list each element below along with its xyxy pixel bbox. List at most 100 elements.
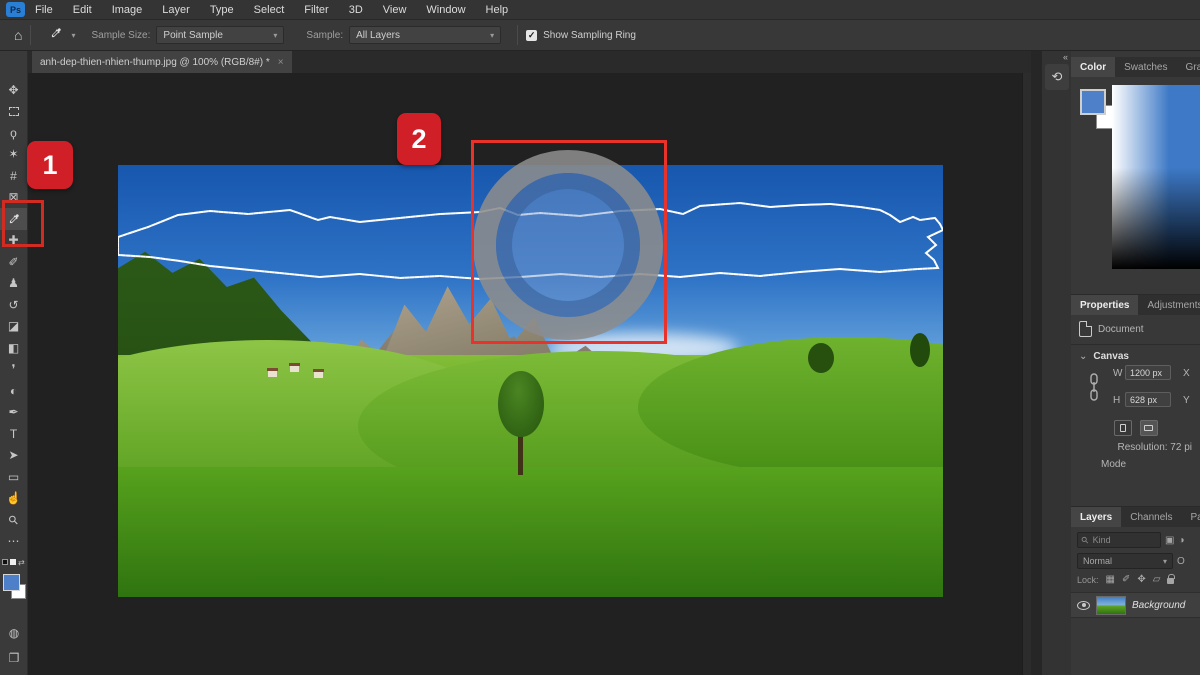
tab-channels[interactable]: Channels (1121, 507, 1181, 527)
zoom-tool[interactable]: ⚲ (0, 509, 27, 531)
link-dimensions-icon[interactable] (1089, 373, 1099, 403)
home-icon[interactable]: ⌂ (14, 27, 22, 43)
portrait-orientation-button[interactable] (1114, 420, 1132, 436)
lock-position-icon[interactable]: ✥ (1137, 574, 1145, 585)
filter-pixel-icon[interactable]: ▣ (1165, 535, 1174, 546)
menu-view[interactable]: View (373, 0, 417, 20)
filter-adjustment-icon[interactable]: ◑ (1178, 535, 1184, 546)
document-tab[interactable]: anh-dep-thien-nhien-thump.jpg @ 100% (RG… (32, 51, 292, 73)
visibility-eye-icon[interactable] (1077, 601, 1090, 610)
collapse-panels-icon[interactable]: « (1063, 52, 1068, 62)
more-tools-button[interactable]: ⋯ (0, 531, 27, 553)
lasso-tool[interactable]: ϙ (0, 122, 27, 144)
menu-layer[interactable]: Layer (152, 0, 200, 20)
menu-edit[interactable]: Edit (63, 0, 102, 20)
height-label: H (1113, 395, 1120, 406)
layer-thumbnail[interactable] (1096, 596, 1126, 615)
tab-paths[interactable]: Paths (1182, 507, 1200, 527)
menu-select[interactable]: Select (244, 0, 295, 20)
crop-tool[interactable]: # (0, 165, 27, 187)
path-selection-tool[interactable]: ➤ (0, 445, 27, 467)
canvas-chevron-icon[interactable]: ⌄ (1079, 351, 1087, 362)
lock-artboard-icon[interactable]: ▱ (1153, 574, 1161, 585)
annotation-highlight-box (471, 140, 667, 344)
rectangular-marquee-tool[interactable] (0, 101, 27, 123)
height-field[interactable]: 628 px (1125, 392, 1171, 407)
eyedropper-tool-icon[interactable] (49, 26, 63, 45)
scrollbar[interactable] (1022, 73, 1031, 675)
chevron-down-icon: ▾ (490, 31, 494, 40)
blur-tool[interactable]: ❜ (0, 359, 27, 381)
layer-filter-field[interactable]: ⚲ Kind (1077, 532, 1161, 548)
landscape-orientation-button[interactable] (1140, 420, 1158, 436)
sample-dropdown[interactable]: All Layers ▾ (349, 26, 501, 44)
annotation-badge-1: 1 (27, 141, 73, 189)
menu-help[interactable]: Help (476, 0, 519, 20)
layer-row-background[interactable]: Background (1071, 592, 1200, 618)
gradient-tool[interactable]: ◧ (0, 337, 27, 359)
menu-file[interactable]: File (25, 0, 63, 20)
tab-properties[interactable]: Properties (1071, 295, 1138, 315)
chevron-down-icon: ▾ (1163, 557, 1167, 566)
panel-dock-strip: « ⟲ (1041, 51, 1071, 675)
canvas-dimensions: W 1200 px X H 628 px Y (1071, 362, 1200, 414)
tab-swatches[interactable]: Swatches (1115, 57, 1176, 77)
hand-tool[interactable]: ☝ (0, 488, 27, 510)
photoshop-logo-icon: Ps (6, 2, 25, 17)
tab-adjustments[interactable]: Adjustments (1138, 295, 1200, 315)
sample-size-label: Sample Size: (91, 30, 150, 41)
pen-tool[interactable]: ✒ (0, 402, 27, 424)
show-sampling-ring-checkbox[interactable]: ✓ (526, 30, 537, 41)
document-type-label: Document (1098, 324, 1144, 335)
dodge-tool[interactable]: ◐ (0, 380, 27, 402)
show-sampling-ring-label: Show Sampling Ring (543, 30, 636, 41)
document-title: anh-dep-thien-nhien-thump.jpg @ 100% (RG… (40, 57, 270, 68)
marquee-icon (9, 107, 19, 116)
x-label: X (1183, 368, 1190, 379)
history-panel-icon[interactable]: ⟲ (1045, 64, 1069, 90)
rectangle-tool[interactable]: ▭ (0, 466, 27, 488)
width-label: W (1113, 368, 1122, 379)
canvas-section-header[interactable]: Canvas (1093, 351, 1129, 362)
tab-color[interactable]: Color (1071, 57, 1115, 77)
menu-image[interactable]: Image (102, 0, 153, 20)
eraser-tool[interactable]: ◪ (0, 316, 27, 338)
panel-column: Color Swatches Gradients Properties Adju… (1071, 51, 1200, 675)
tool-preset-chevron-icon[interactable]: ▾ (71, 31, 75, 40)
color-picker-field[interactable] (1112, 85, 1200, 269)
swap-colors-icon: ⇄ (18, 558, 25, 567)
document-icon (1079, 321, 1092, 337)
layers-panel: Layers Channels Paths ⚲ Kind ▣ ◑ Normal … (1071, 506, 1200, 675)
object-selection-tool[interactable]: ✶ (0, 144, 27, 166)
menu-3d[interactable]: 3D (339, 0, 373, 20)
close-icon[interactable]: × (278, 57, 284, 68)
lock-all-icon[interactable] (1167, 578, 1174, 584)
tab-layers[interactable]: Layers (1071, 507, 1121, 527)
brush-tool[interactable]: ✐ (0, 251, 27, 273)
quick-mask-button[interactable]: ◍ (0, 623, 28, 643)
type-tool[interactable]: T (0, 423, 27, 445)
sample-label: Sample: (306, 30, 343, 41)
sample-size-dropdown[interactable]: Point Sample ▾ (156, 26, 284, 44)
blend-mode-dropdown[interactable]: Normal ▾ (1077, 553, 1173, 569)
default-colors-icon (2, 559, 8, 565)
search-icon: ⚲ (1079, 534, 1091, 546)
menu-window[interactable]: Window (416, 0, 475, 20)
clone-stamp-tool[interactable]: ♟ (0, 273, 27, 295)
default-swap-colors[interactable]: ⇄ (2, 556, 26, 568)
foreground-color-swatch[interactable] (3, 574, 20, 591)
tab-gradients[interactable]: Gradients (1176, 57, 1200, 77)
move-tool[interactable]: ✥ (0, 79, 27, 101)
screen-mode-button[interactable]: ❐ (0, 648, 28, 668)
resolution-text: Resolution: 72 pi (1118, 442, 1193, 453)
lock-paint-icon[interactable]: ✐ (1122, 574, 1130, 585)
width-field[interactable]: 1200 px (1125, 365, 1171, 380)
document-window: anh-dep-thien-nhien-thump.jpg @ 100% (RG… (28, 51, 1031, 675)
menu-type[interactable]: Type (200, 0, 244, 20)
tool-options-bar: ⌂ ▾ Sample Size: Point Sample ▾ Sample: … (0, 20, 1200, 51)
history-brush-tool[interactable]: ↺ (0, 294, 27, 316)
lock-transparency-icon[interactable]: ▦ (1106, 574, 1115, 585)
menu-bar: Ps File Edit Image Layer Type Select Fil… (0, 0, 1200, 20)
foreground-color-swatch[interactable] (1080, 89, 1106, 115)
menu-filter[interactable]: Filter (294, 0, 338, 20)
